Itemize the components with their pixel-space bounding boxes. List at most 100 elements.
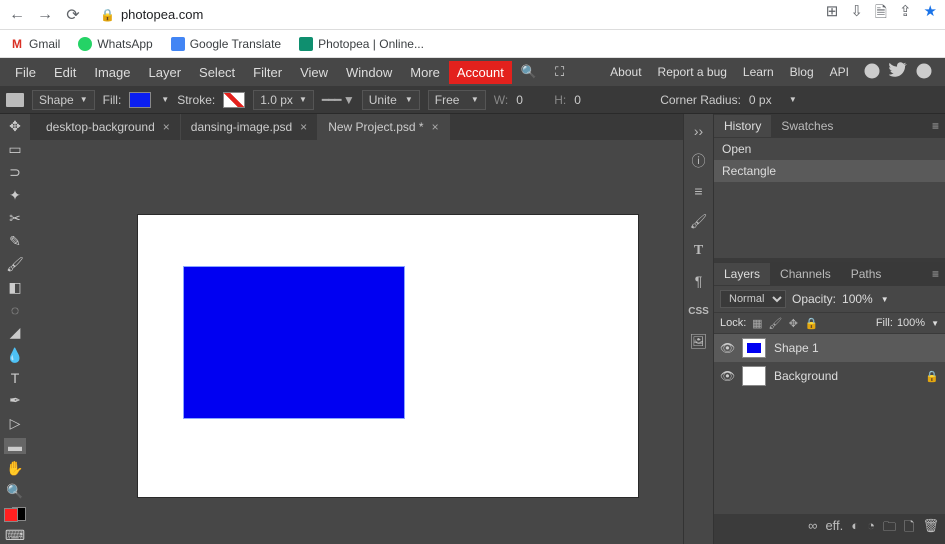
- lock-position-icon[interactable]: ✥: [786, 316, 800, 330]
- link-blog[interactable]: Blog: [782, 61, 822, 83]
- visibility-icon[interactable]: 👁: [720, 341, 734, 355]
- corner-radius-field[interactable]: 0 px: [749, 93, 779, 107]
- visibility-icon[interactable]: 👁: [720, 369, 734, 383]
- close-icon[interactable]: ×: [300, 120, 307, 134]
- facebook-icon[interactable]: [915, 62, 933, 83]
- search-icon[interactable]: 🔍: [512, 60, 546, 84]
- height-field[interactable]: 0: [574, 93, 604, 107]
- brush-panel-icon[interactable]: 🖌: [688, 210, 710, 232]
- close-icon[interactable]: ×: [432, 120, 439, 134]
- shape-mode-dropdown[interactable]: Shape▼: [32, 90, 95, 110]
- eyedropper-tool[interactable]: ✎: [4, 233, 26, 250]
- rectangle-tool[interactable]: ▬: [4, 438, 26, 454]
- bookmark-whatsapp[interactable]: WhatsApp: [78, 37, 152, 51]
- menu-file[interactable]: File: [6, 61, 45, 84]
- corner-caret-icon[interactable]: ▼: [789, 95, 797, 104]
- tab-channels[interactable]: Channels: [770, 263, 841, 285]
- move-tool[interactable]: ✥: [4, 118, 26, 135]
- stroke-width-field[interactable]: 1.0 px▼: [253, 90, 314, 110]
- lock-all-icon[interactable]: 🔒: [804, 316, 818, 330]
- layer-mask-icon[interactable]: ◐: [851, 518, 859, 540]
- star-icon[interactable]: ★: [924, 2, 937, 27]
- lasso-tool[interactable]: ⊃: [4, 164, 26, 181]
- fill-caret-icon[interactable]: ▼: [931, 319, 939, 328]
- css-panel-icon[interactable]: CSS: [688, 300, 710, 322]
- align-dropdown[interactable]: Free▼: [428, 90, 486, 110]
- link-about[interactable]: About: [602, 61, 649, 83]
- layer-fill-value[interactable]: 100%: [897, 317, 925, 329]
- reload-button[interactable]: ⟳: [64, 6, 82, 24]
- gradient-tool[interactable]: ◢: [4, 324, 26, 341]
- canvas-viewport[interactable]: [30, 140, 683, 544]
- account-button[interactable]: Account: [449, 61, 512, 84]
- layer-background[interactable]: 👁 Background 🔒: [714, 362, 945, 390]
- thumbnail-panel-icon[interactable]: 🖼: [688, 330, 710, 352]
- tab-history[interactable]: History: [714, 115, 771, 137]
- fullscreen-icon[interactable]: ⛶: [546, 60, 573, 84]
- menu-filter[interactable]: Filter: [244, 61, 291, 84]
- clone-tool[interactable]: ◧: [4, 279, 26, 296]
- back-button[interactable]: ←: [8, 6, 26, 24]
- menu-view[interactable]: View: [291, 61, 337, 84]
- address-bar[interactable]: 🔒 photopea.com: [100, 7, 203, 22]
- link-api[interactable]: API: [822, 61, 857, 83]
- folder-icon[interactable]: 🗀: [883, 518, 896, 540]
- artboard[interactable]: [138, 215, 638, 497]
- combine-dropdown[interactable]: Unite▼: [362, 90, 420, 110]
- install-icon[interactable]: ⊞: [826, 2, 839, 27]
- menu-select[interactable]: Select: [190, 61, 244, 84]
- close-icon[interactable]: ×: [163, 120, 170, 134]
- link-report-bug[interactable]: Report a bug: [650, 61, 735, 83]
- tab-paths[interactable]: Paths: [841, 263, 892, 285]
- tab-desktop-background[interactable]: desktop-background×: [36, 114, 181, 140]
- tab-layers[interactable]: Layers: [714, 263, 770, 285]
- tab-dansing-image[interactable]: dansing-image.psd×: [181, 114, 318, 140]
- zoom-tool[interactable]: 🔍: [4, 483, 26, 500]
- pen-tool[interactable]: ✒: [4, 392, 26, 409]
- fill-caret-icon[interactable]: ▼: [161, 95, 169, 104]
- panel-menu-icon[interactable]: ≡: [926, 267, 945, 281]
- stroke-style-dropdown[interactable]: ━━━ ▼: [322, 93, 354, 107]
- color-swatches[interactable]: [4, 508, 26, 521]
- blur-tool[interactable]: 💧: [4, 347, 26, 364]
- share-icon[interactable]: ⇪: [899, 2, 912, 27]
- download-icon[interactable]: ⇩: [850, 2, 863, 27]
- blend-mode-dropdown[interactable]: Normal: [720, 290, 786, 308]
- menu-edit[interactable]: Edit: [45, 61, 85, 84]
- adjustment-layer-icon[interactable]: ◔: [867, 518, 875, 540]
- history-item-open[interactable]: Open: [714, 138, 945, 160]
- layer-effects-icon[interactable]: eff.: [825, 518, 843, 540]
- history-item-rectangle[interactable]: Rectangle: [714, 160, 945, 182]
- page-icon[interactable]: 🗎: [875, 2, 887, 27]
- opacity-caret-icon[interactable]: ▼: [881, 295, 889, 304]
- expand-icon[interactable]: ››: [688, 120, 710, 142]
- forward-button[interactable]: →: [36, 6, 54, 24]
- new-layer-icon[interactable]: 🗋: [904, 518, 914, 540]
- hand-tool[interactable]: ✋: [4, 460, 26, 477]
- path-select-tool[interactable]: ▷: [4, 415, 26, 432]
- info-panel-icon[interactable]: ⓘ: [688, 150, 710, 172]
- crop-tool[interactable]: ✂: [4, 210, 26, 227]
- character-panel-icon[interactable]: T: [688, 240, 710, 262]
- bookmark-gmail[interactable]: MGmail: [10, 37, 60, 51]
- width-field[interactable]: 0: [516, 93, 546, 107]
- layer-shape-1[interactable]: 👁 Shape 1: [714, 334, 945, 362]
- type-tool[interactable]: T: [4, 370, 26, 386]
- tab-swatches[interactable]: Swatches: [771, 115, 843, 137]
- shape-rectangle[interactable]: [184, 267, 404, 418]
- panel-menu-icon[interactable]: ≡: [926, 119, 945, 133]
- lock-pixels-icon[interactable]: ▦: [750, 316, 764, 330]
- fill-swatch[interactable]: [129, 92, 151, 108]
- link-layers-icon[interactable]: ∞: [808, 518, 817, 540]
- opacity-value[interactable]: 100%: [842, 292, 873, 306]
- lock-paint-icon[interactable]: 🖌: [768, 316, 782, 330]
- menu-image[interactable]: Image: [85, 61, 139, 84]
- reddit-icon[interactable]: [863, 62, 881, 83]
- magic-wand-tool[interactable]: ✦: [4, 187, 26, 204]
- tab-new-project[interactable]: New Project.psd *×: [318, 114, 449, 140]
- menu-more[interactable]: More: [401, 61, 449, 84]
- paragraph-panel-icon[interactable]: ¶: [688, 270, 710, 292]
- twitter-icon[interactable]: [889, 62, 907, 83]
- bookmark-google-translate[interactable]: Google Translate: [171, 37, 281, 51]
- menu-layer[interactable]: Layer: [140, 61, 191, 84]
